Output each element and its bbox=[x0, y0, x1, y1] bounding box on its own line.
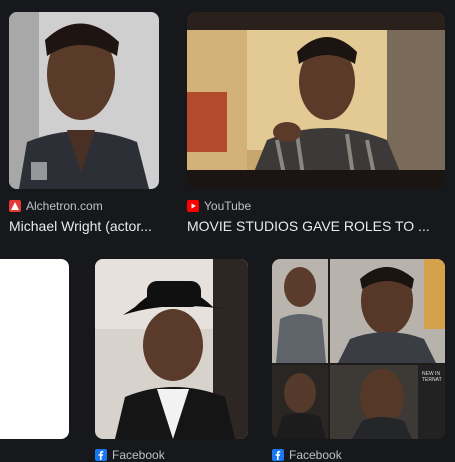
result-title-youtube[interactable]: MOVIE STUDIOS GAVE ROLES TO ... bbox=[187, 218, 445, 234]
result-image-youtube[interactable] bbox=[187, 12, 445, 189]
result-source-facebook-2[interactable]: Facebook bbox=[272, 448, 342, 462]
facebook-favicon-icon bbox=[95, 449, 107, 461]
result-image-alchetron[interactable] bbox=[9, 12, 159, 189]
portrait-photo bbox=[9, 12, 159, 189]
video-thumbnail bbox=[187, 12, 445, 189]
result-image-facebook-1[interactable] bbox=[95, 259, 248, 439]
facebook-favicon-icon bbox=[272, 449, 284, 461]
source-label: YouTube bbox=[204, 199, 252, 213]
source-label: Facebook bbox=[112, 448, 165, 462]
youtube-favicon-icon bbox=[187, 200, 199, 212]
watermark-text: NEW INTERNAT bbox=[422, 371, 442, 383]
alchetron-favicon-icon bbox=[9, 200, 21, 212]
result-image-facebook-2[interactable]: NEW INTERNAT bbox=[272, 259, 445, 439]
collage-photo bbox=[272, 259, 445, 439]
result-source-facebook-1[interactable]: Facebook bbox=[95, 448, 165, 462]
result-title-alchetron[interactable]: Michael Wright (actor... bbox=[9, 218, 164, 234]
result-image-partial[interactable] bbox=[0, 259, 69, 439]
result-source-youtube[interactable]: YouTube bbox=[187, 199, 251, 213]
source-label: Facebook bbox=[289, 448, 342, 462]
result-source-alchetron[interactable]: Alchetron.com bbox=[9, 199, 103, 213]
portrait-photo bbox=[95, 259, 248, 439]
source-label: Alchetron.com bbox=[26, 199, 103, 213]
